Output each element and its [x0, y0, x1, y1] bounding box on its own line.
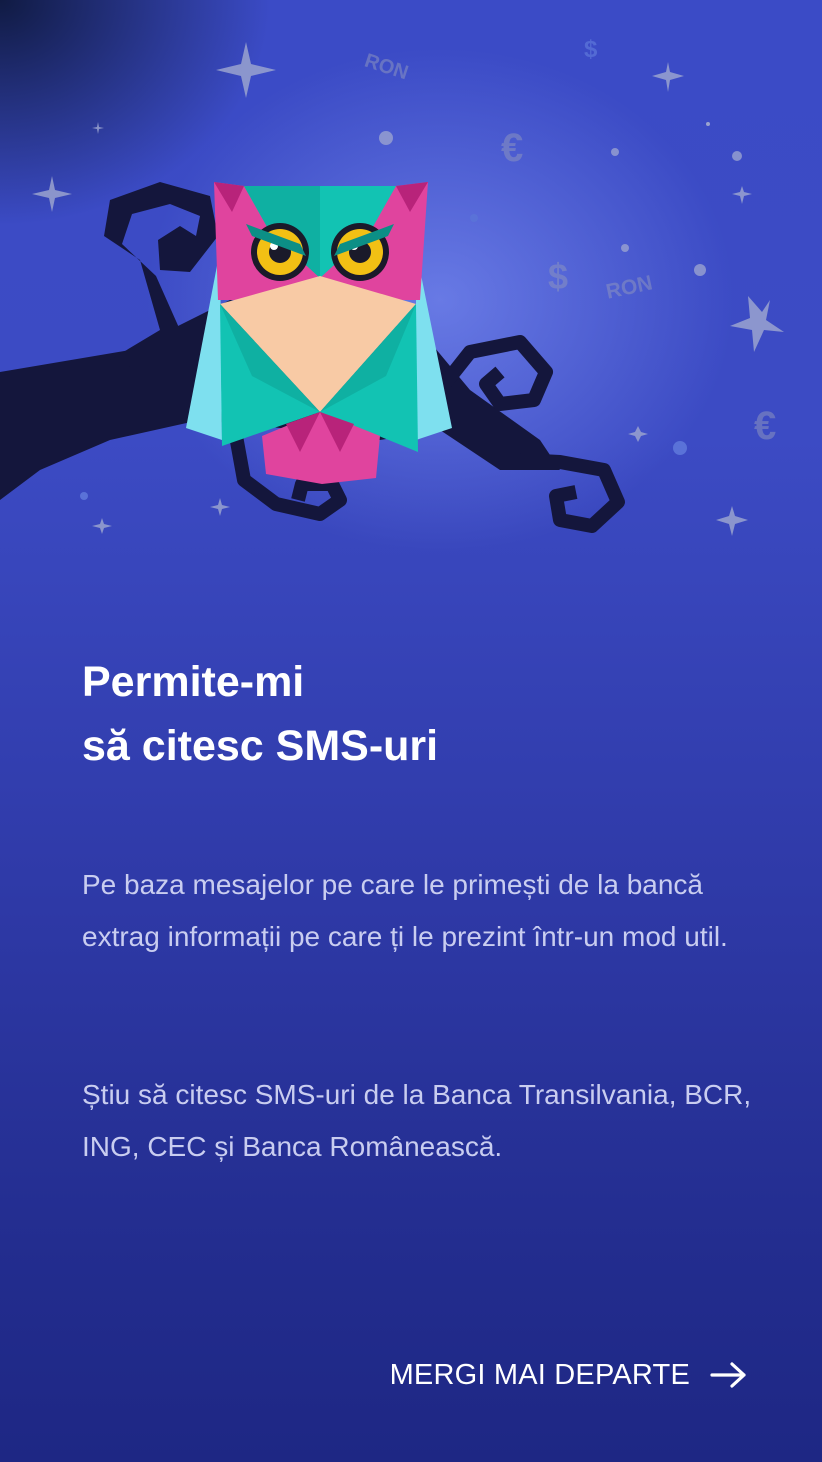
title-line-1: Permite-mi: [82, 658, 305, 706]
arrow-right-icon: [710, 1362, 746, 1388]
page-title: Permite-mi să citesc SMS-uri: [82, 650, 742, 778]
owl: [186, 182, 452, 484]
next-button[interactable]: MERGI MAI DEPARTE: [390, 1348, 748, 1402]
next-button-label: MERGI MAI DEPARTE: [389, 1358, 690, 1391]
supported-banks-paragraph: Știu să citesc SMS-uri de la Banca Trans…: [82, 1079, 752, 1162]
owl-illustration: [0, 42, 784, 536]
description-paragraph: Pe baza mesajelor pe care le primești de…: [82, 869, 728, 952]
onboarding-screen: RON $ € $ RON € Permite-mi să citesc SMS…: [0, 0, 822, 1462]
title-line-2: să citesc SMS-uri: [82, 722, 439, 770]
